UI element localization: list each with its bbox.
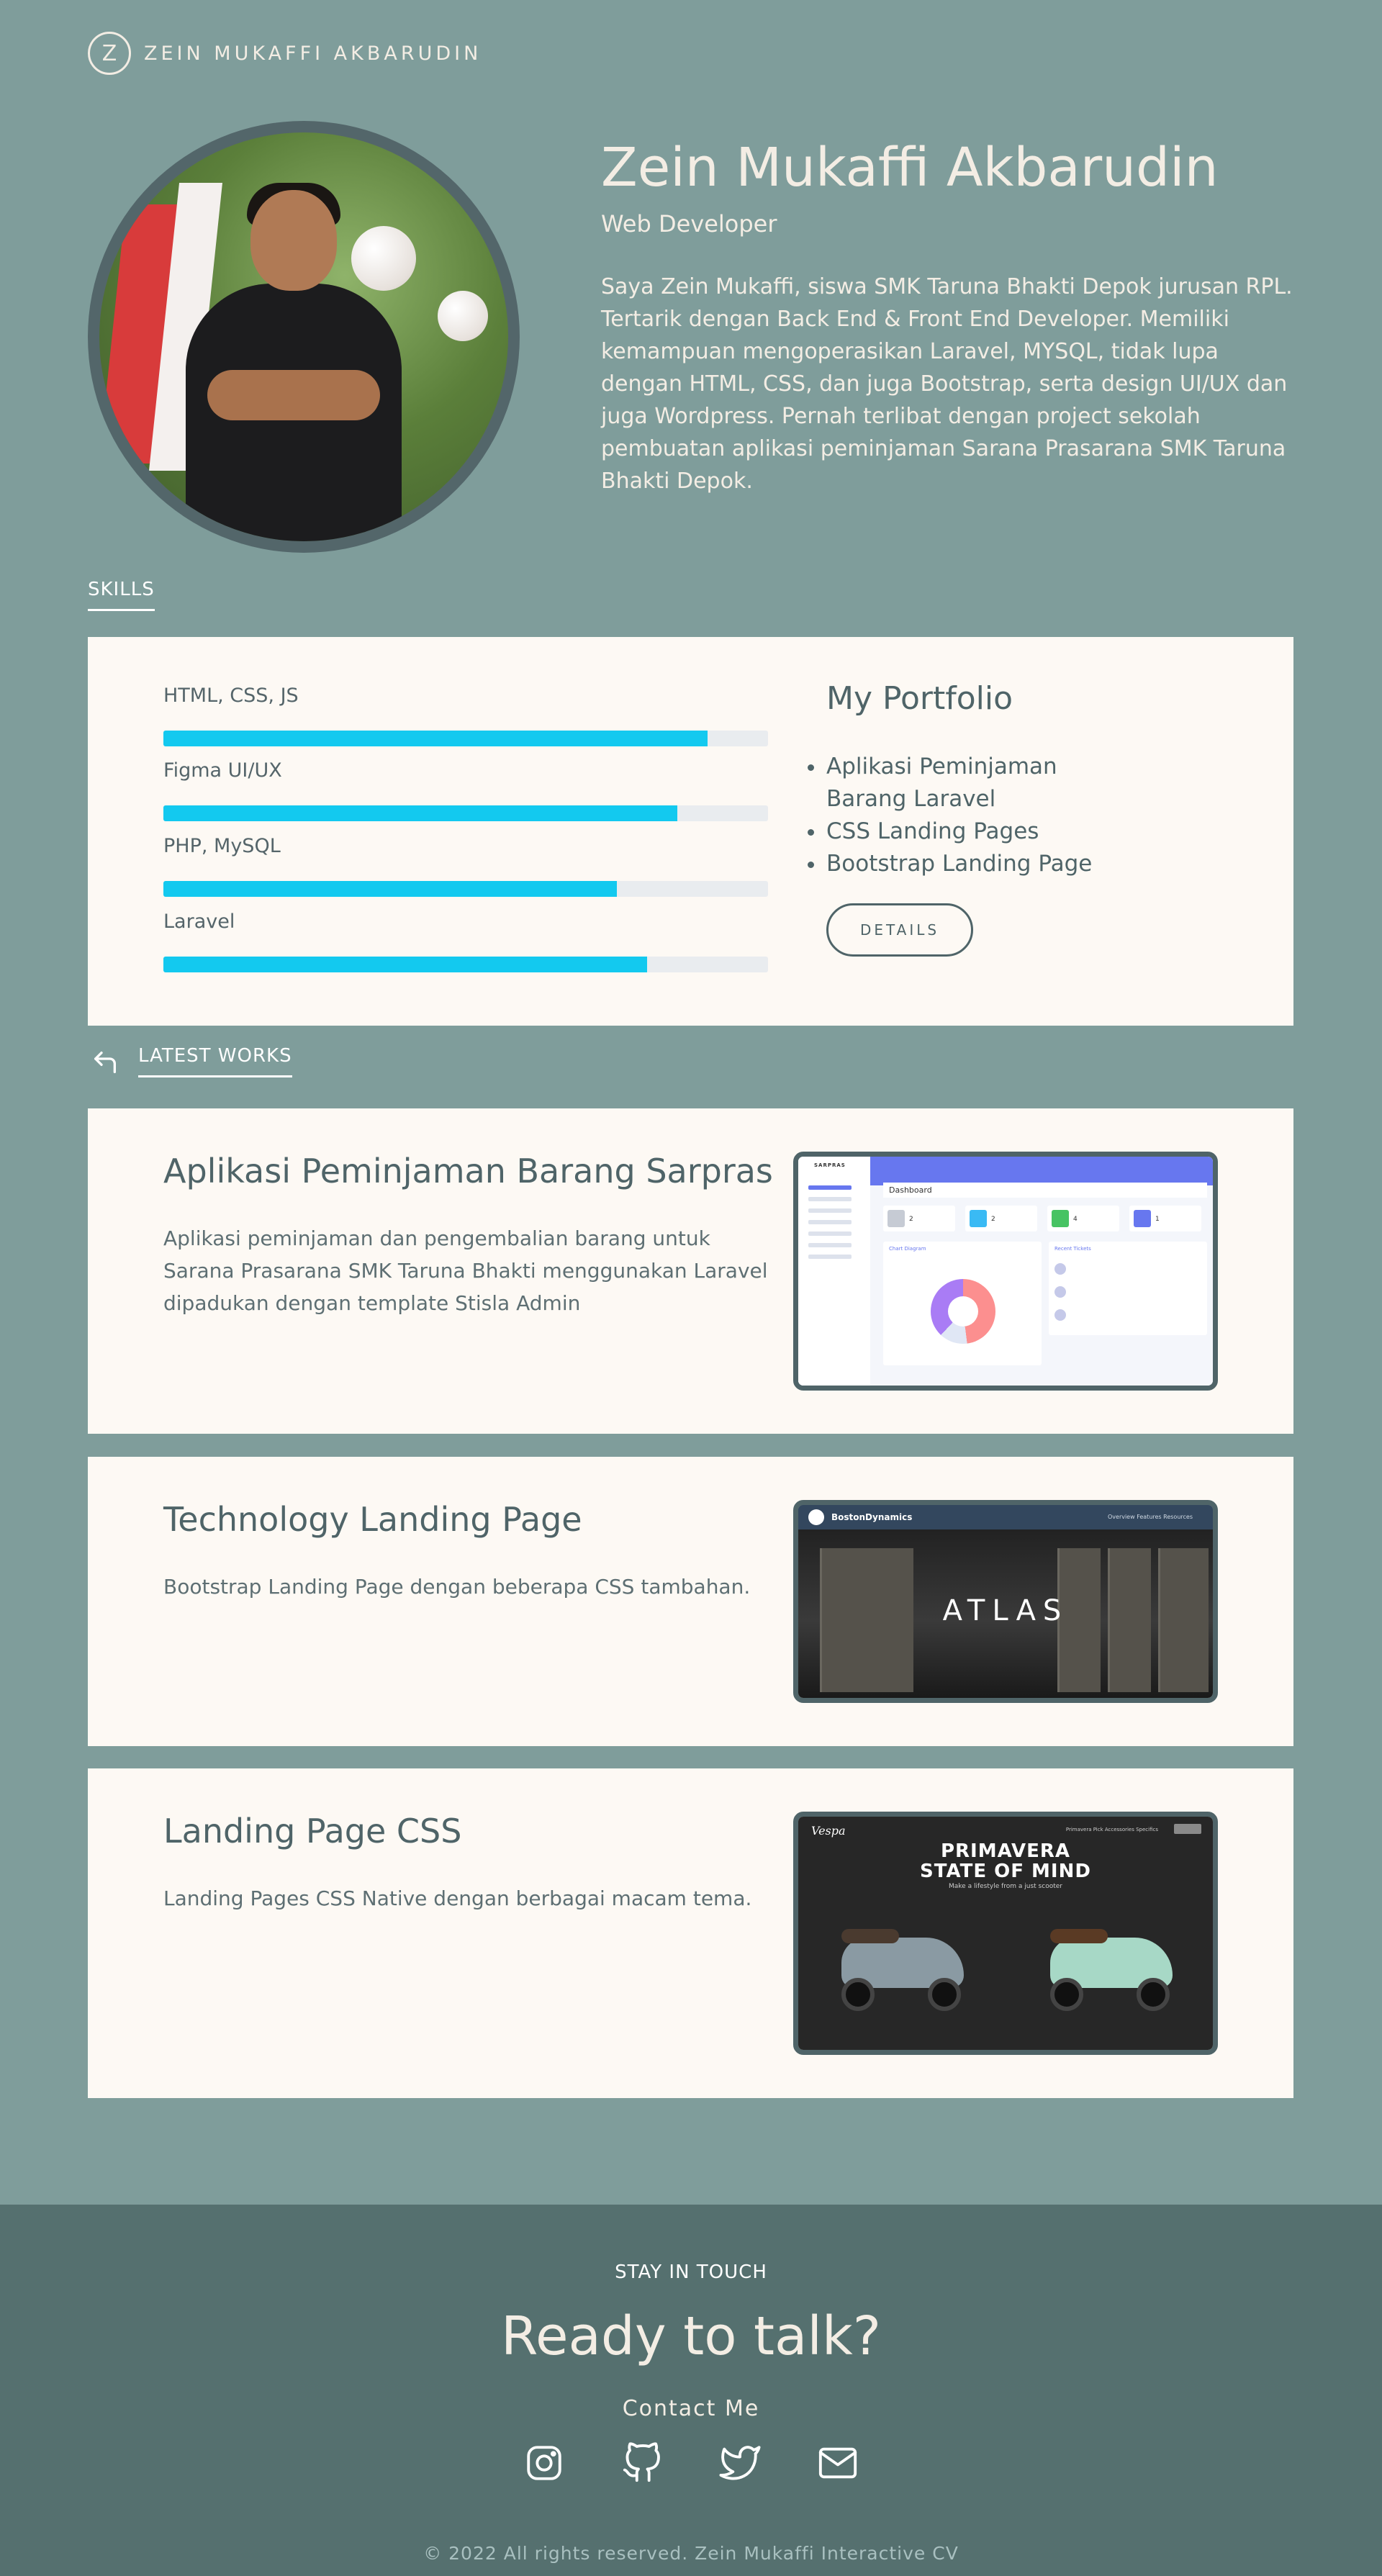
work-screenshot[interactable]: BostonDynamics Overview Features Resourc… [793, 1500, 1218, 1703]
preview-headline: PRIMAVERA STATE OF MIND [920, 1840, 1091, 1882]
skills-card: HTML, CSS, JS Figma UI/UX PHP, MySQL Lar… [88, 637, 1293, 1026]
work-title[interactable]: Landing Page CSS [163, 1812, 461, 1850]
work-description: Aplikasi peminjaman dan pengembalian bar… [163, 1226, 768, 1315]
details-button[interactable]: DETAILS [826, 903, 973, 957]
portfolio-item: CSS Landing Pages [808, 815, 1100, 848]
work-card: Technology Landing Page Bootstrap Landin… [88, 1457, 1293, 1746]
work-description: Bootstrap Landing Page dengan beberapa C… [163, 1575, 751, 1599]
work-card: Landing Page CSS Landing Pages CSS Nativ… [88, 1768, 1293, 2098]
skill-label: HTML, CSS, JS [163, 684, 299, 707]
preview-brand: BostonDynamics [831, 1512, 913, 1522]
copyright: © 2022 All rights reserved. Zein Mukaffi… [423, 2543, 959, 2564]
dashboard-preview: SARPRAS Dashboard 2 2 4 1 Chart Diagram … [798, 1157, 1213, 1386]
footer: STAY IN TOUCH Ready to talk? Contact Me [0, 2205, 1382, 2576]
github-icon[interactable] [621, 2442, 663, 2484]
avatar [99, 132, 508, 541]
skills-section-label[interactable]: SKILLS [88, 579, 155, 611]
twitter-icon[interactable] [719, 2442, 761, 2484]
work-screenshot[interactable]: Vespa Primavera Pick Accessories Specifi… [793, 1812, 1218, 2055]
preview-stat-value: 2 [991, 1216, 995, 1223]
skill-progress-bar [163, 805, 768, 821]
preview-page-title: Dashboard [883, 1183, 1207, 1198]
portfolio-list: Aplikasi Peminjaman Barang Laravel CSS L… [808, 751, 1100, 880]
vespa-preview: Vespa Primavera Pick Accessories Specifi… [798, 1817, 1213, 2050]
preview-panel-title: Chart Diagram [889, 1246, 926, 1252]
preview-stat-value: 2 [909, 1216, 913, 1223]
mail-icon[interactable] [817, 2442, 859, 2484]
work-card: Aplikasi Peminjaman Barang Sarpras Aplik… [88, 1108, 1293, 1434]
preview-list-title: Recent Tickets [1054, 1246, 1091, 1252]
preview-stat-value: 4 [1073, 1216, 1078, 1223]
brand[interactable]: Z ZEIN MUKAFFI AKBARUDIN [88, 32, 482, 75]
preview-logo: Vespa [811, 1824, 846, 1838]
hero-role: Web Developer [601, 210, 777, 238]
preview-nav: Overview Features Resources [1107, 1514, 1193, 1520]
back-arrow-icon[interactable] [88, 1045, 122, 1080]
work-screenshot[interactable]: SARPRAS Dashboard 2 2 4 1 Chart Diagram … [793, 1152, 1218, 1391]
brand-name: ZEIN MUKAFFI AKBARUDIN [144, 42, 482, 65]
footer-kicker: STAY IN TOUCH [615, 2261, 767, 2283]
preview-subline: Make a lifestyle from a just scooter [949, 1883, 1062, 1890]
hero-description: Saya Zein Mukaffi, siswa SMK Taruna Bhak… [601, 274, 1293, 494]
contact-label[interactable]: Contact Me [0, 2396, 1382, 2421]
atlas-preview: BostonDynamics Overview Features Resourc… [798, 1505, 1213, 1698]
work-title[interactable]: Aplikasi Peminjaman Barang Sarpras [163, 1152, 773, 1190]
hero-name: Zein Mukaffi Akbarudin [601, 137, 1219, 199]
skill-label: Figma UI/UX [163, 759, 282, 782]
footer-heading: Ready to talk? [500, 2305, 882, 2367]
latest-works-header: LATEST WORKS [88, 1045, 292, 1080]
skill-progress-bar [163, 957, 768, 972]
preview-sidebar-logo: SARPRAS [814, 1162, 846, 1168]
skill-progress-bar [163, 731, 768, 746]
logo-icon: Z [88, 32, 131, 75]
social-links [0, 2442, 1382, 2484]
profile-photo [88, 121, 520, 553]
skill-progress-bar [163, 881, 768, 897]
preview-stat-value: 1 [1155, 1216, 1160, 1223]
preview-nav: Primavera Pick Accessories Specifics [1065, 1827, 1158, 1832]
portfolio-title: My Portfolio [826, 680, 1013, 717]
portfolio-item: Aplikasi Peminjaman Barang Laravel [808, 751, 1100, 815]
preview-hero-text: ATLAS [942, 1594, 1069, 1627]
skill-label: Laravel [163, 910, 235, 933]
latest-works-label[interactable]: LATEST WORKS [138, 1045, 292, 1077]
work-description: Landing Pages CSS Native dengan berbagai… [163, 1886, 752, 1910]
portfolio-item: Bootstrap Landing Page [808, 848, 1100, 880]
instagram-icon[interactable] [523, 2442, 565, 2484]
skill-label: PHP, MySQL [163, 835, 281, 857]
work-title[interactable]: Technology Landing Page [163, 1500, 582, 1539]
